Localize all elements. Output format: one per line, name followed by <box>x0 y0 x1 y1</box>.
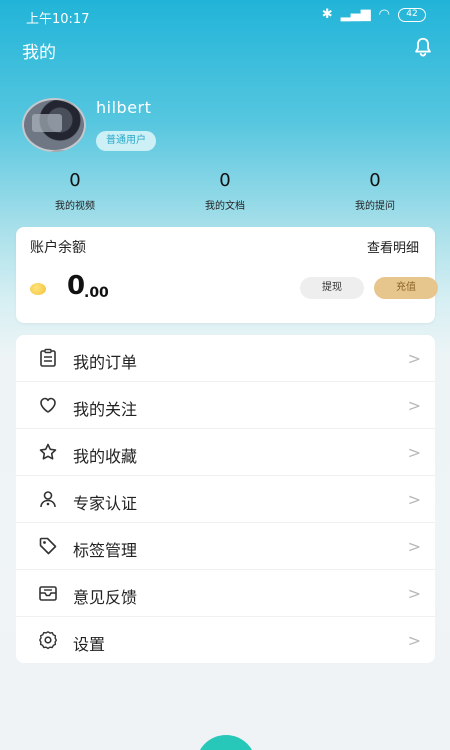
stat-questions-value: 0 <box>369 170 381 191</box>
chevron-right-icon: > <box>407 584 421 603</box>
menu-list: 我的订单 > 我的关注 > 我的收藏 > 专家认证 > 标签管理 > 意见反馈 … <box>16 335 435 663</box>
menu-item-settings[interactable]: 设置 > <box>16 617 435 663</box>
menu-item-tag-management-label: 标签管理 <box>73 541 138 560</box>
order-icon <box>40 348 56 367</box>
center-tab-button[interactable] <box>196 735 256 750</box>
chevron-right-icon: > <box>407 349 421 368</box>
status-bar: 上午10:17 ✱ ▂▄▆ ◠ 42 <box>0 0 450 32</box>
withdraw-button[interactable]: 提现 <box>300 277 364 299</box>
balance-amount-decimal: .00 <box>84 285 109 301</box>
signal-icon: ▂▄▆ <box>340 7 371 22</box>
menu-item-feedback-label: 意见反馈 <box>73 588 138 607</box>
page-title: 我的 <box>22 43 56 63</box>
heart-icon <box>40 397 56 413</box>
stat-videos-value: 0 <box>69 170 81 191</box>
avatar[interactable] <box>22 98 86 152</box>
balance-card: 账户余额 查看明细 0 .00 提现 充值 <box>16 227 438 323</box>
menu-item-orders-label: 我的订单 <box>73 353 138 372</box>
stat-documents-value: 0 <box>219 170 231 191</box>
chevron-right-icon: > <box>407 537 421 556</box>
coin-icon <box>30 283 46 295</box>
recharge-button[interactable]: 充值 <box>374 277 438 299</box>
user-certify-icon <box>40 491 56 508</box>
menu-item-settings-label: 设置 <box>73 635 106 654</box>
balance-title: 账户余额 <box>30 240 86 256</box>
menu-item-orders[interactable]: 我的订单 > <box>16 335 435 382</box>
stat-documents-label: 我的文档 <box>205 201 245 212</box>
balance-amount-integer: 0 <box>67 271 86 301</box>
battery-icon: 42 <box>398 7 426 22</box>
stat-videos-label: 我的视频 <box>55 201 95 212</box>
tag-icon <box>39 537 57 555</box>
stat-questions[interactable]: 0 我的提问 <box>320 170 430 212</box>
mail-icon <box>39 586 57 601</box>
menu-item-tag-management[interactable]: 标签管理 > <box>16 523 435 570</box>
menu-item-following[interactable]: 我的关注 > <box>16 382 435 429</box>
gear-icon <box>39 631 57 650</box>
chevron-right-icon: > <box>407 631 421 650</box>
menu-item-favorites[interactable]: 我的收藏 > <box>16 429 435 476</box>
status-time: 上午10:17 <box>26 12 90 27</box>
chevron-right-icon: > <box>407 396 421 415</box>
chevron-right-icon: > <box>407 490 421 509</box>
status-icons: ✱ ▂▄▆ ◠ 42 <box>322 7 426 22</box>
menu-item-following-label: 我的关注 <box>73 400 138 419</box>
username: hilbert <box>96 98 152 117</box>
stats-row: 0 我的视频 0 我的文档 0 我的提问 <box>0 170 450 220</box>
stat-questions-label: 我的提问 <box>355 201 395 212</box>
view-details-link[interactable]: 查看明细 <box>367 237 419 256</box>
wifi-icon: ◠ <box>378 7 390 22</box>
menu-item-expert-certification[interactable]: 专家认证 > <box>16 476 435 523</box>
menu-item-expert-certification-label: 专家认证 <box>73 494 138 513</box>
stat-videos[interactable]: 0 我的视频 <box>20 170 130 212</box>
menu-item-favorites-label: 我的收藏 <box>73 447 138 466</box>
bell-icon[interactable] <box>412 36 434 58</box>
bluetooth-icon: ✱ <box>321 7 333 22</box>
stat-documents[interactable]: 0 我的文档 <box>170 170 280 212</box>
menu-item-feedback[interactable]: 意见反馈 > <box>16 570 435 617</box>
chevron-right-icon: > <box>407 443 421 462</box>
user-level-badge: 普通用户 <box>96 131 156 151</box>
star-icon <box>39 443 57 460</box>
